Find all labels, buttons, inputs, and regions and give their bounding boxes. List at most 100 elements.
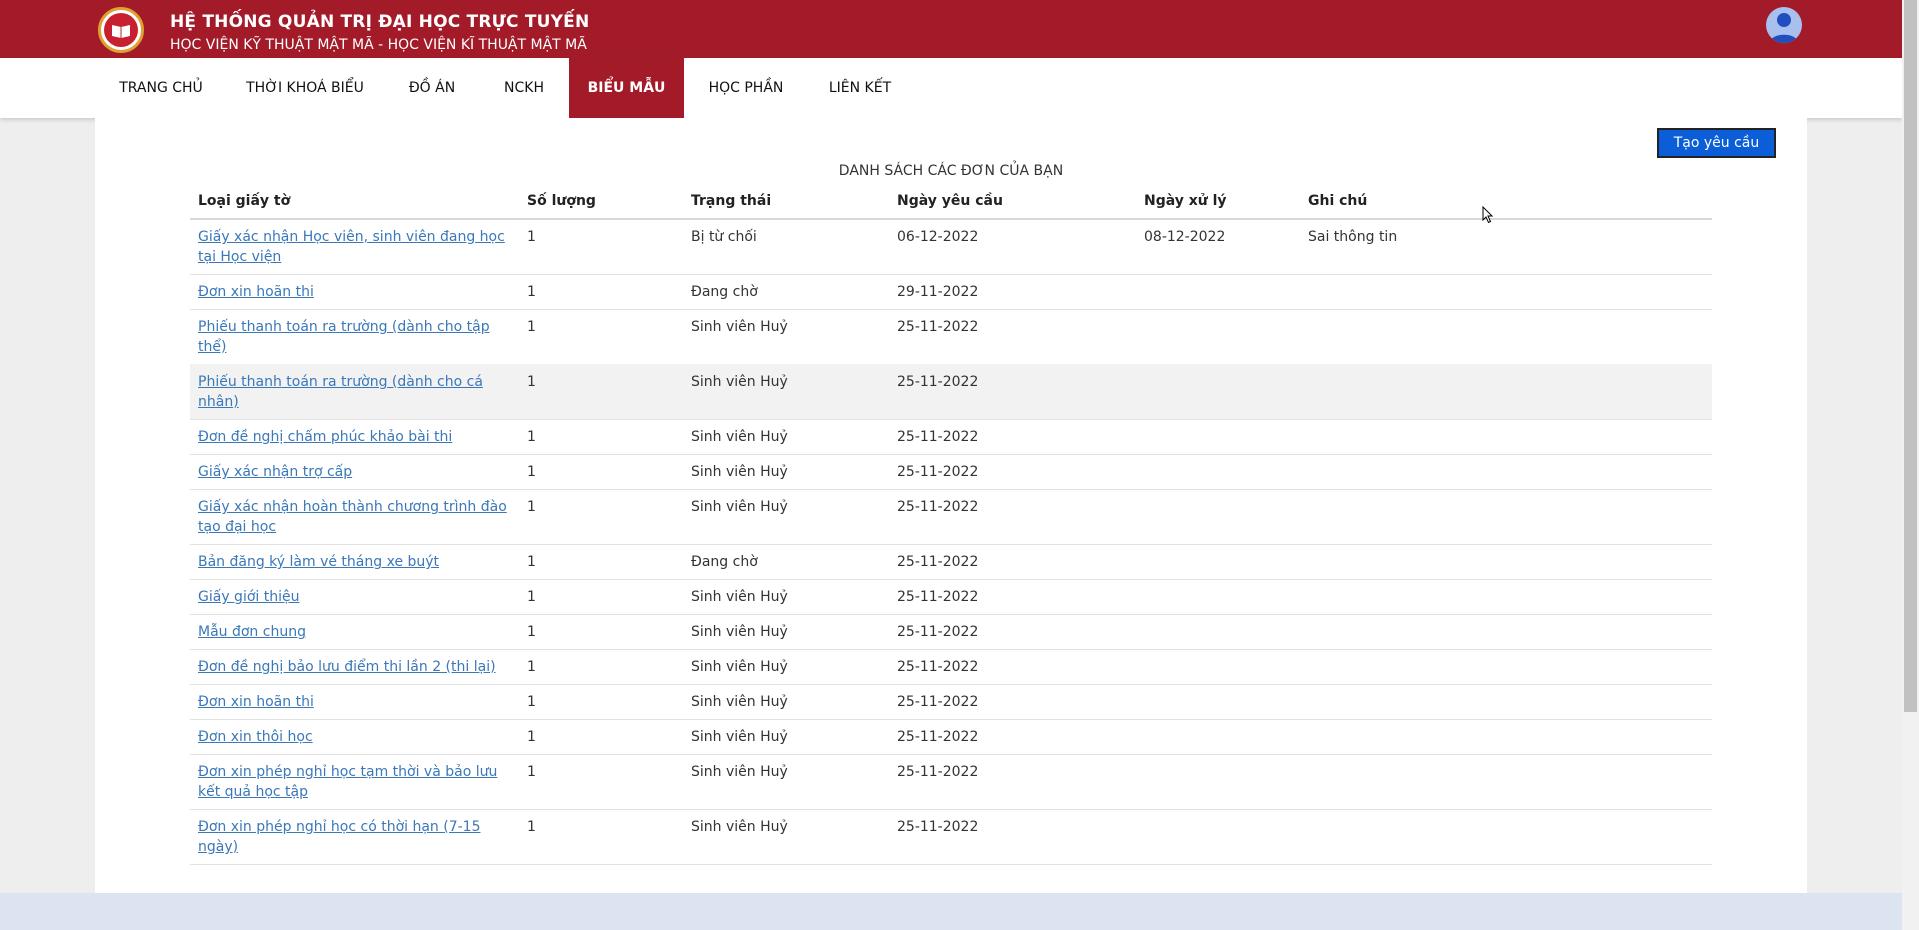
footer-band <box>0 893 1902 930</box>
table-row: Giấy xác nhận hoàn thành chương trình đà… <box>190 489 1712 545</box>
request-type-link[interactable]: Đơn đề nghị chấm phúc khảo bài thi <box>198 429 452 445</box>
request-type-cell: Đơn xin thôi học <box>198 727 513 747</box>
request-date-cell: 25-11-2022 <box>897 429 979 445</box>
request-type-link[interactable]: Giấy giới thiệu <box>198 589 299 605</box>
table-row: Mẫu đơn chung 1 Sinh viên Huỷ 25-11-2022 <box>190 614 1712 650</box>
academy-logo[interactable] <box>98 7 144 53</box>
request-date-cell: 25-11-2022 <box>897 729 979 745</box>
quantity-cell: 1 <box>527 284 536 300</box>
request-date-cell: 25-11-2022 <box>897 554 979 570</box>
request-type-cell: Đơn xin phép nghỉ học tạm thời và bảo lư… <box>198 762 513 802</box>
table-row: Đơn xin phép nghỉ học tạm thời và bảo lư… <box>190 754 1712 810</box>
processed-date-cell: 08-12-2022 <box>1144 229 1226 245</box>
user-avatar-icon[interactable] <box>1766 7 1802 43</box>
request-type-cell: Đơn xin hoãn thi <box>198 282 513 302</box>
quantity-cell: 1 <box>527 319 536 335</box>
main-navigation: TRANG CHỦ THỜI KHOÁ BIỂU ĐỒ ÁN NCKH BIỂU… <box>0 58 1902 118</box>
status-cell: Sinh viên Huỷ <box>691 659 788 675</box>
quantity-cell: 1 <box>527 659 536 675</box>
request-type-link[interactable]: Bản đăng ký làm vé tháng xe buýt <box>198 554 439 570</box>
status-cell: Sinh viên Huỷ <box>691 624 788 640</box>
request-type-link[interactable]: Đơn xin phép nghỉ học có thời hạn (7-15 … <box>198 819 481 855</box>
request-type-link[interactable]: Đơn xin phép nghỉ học tạm thời và bảo lư… <box>198 764 497 800</box>
scrollbar-thumb[interactable] <box>1904 0 1917 712</box>
request-date-cell: 25-11-2022 <box>897 374 979 390</box>
column-header-note: Ghi chú <box>1308 193 1368 209</box>
request-date-cell: 25-11-2022 <box>897 659 979 675</box>
nav-item-projects[interactable]: ĐỒ ÁN <box>394 58 470 118</box>
table-row: Giấy xác nhận trợ cấp 1 Sinh viên Huỷ 25-11… <box>190 454 1712 490</box>
request-type-link[interactable]: Đơn xin thôi học <box>198 729 313 745</box>
request-date-cell: 29-11-2022 <box>897 284 979 300</box>
quantity-cell: 1 <box>527 499 536 515</box>
table-row: Phiếu thanh toán ra trường (dành cho cá … <box>190 364 1712 420</box>
nav-item-timetable[interactable]: THỜI KHOÁ BIỂU <box>234 58 376 118</box>
column-header-processed-date: Ngày xử lý <box>1144 193 1227 209</box>
nav-item-links[interactable]: LIÊN KẾT <box>815 58 905 118</box>
mouse-cursor-icon <box>1482 206 1494 224</box>
status-cell: Đang chờ <box>691 554 758 570</box>
status-cell: Sinh viên Huỷ <box>691 464 788 480</box>
table-row: Đơn đề nghị chấm phúc khảo bài thi 1 Sinh … <box>190 419 1712 455</box>
site-title: HỆ THỐNG QUẢN TRỊ ĐẠI HỌC TRỰC TUYẾN <box>170 12 590 32</box>
quantity-cell: 1 <box>527 729 536 745</box>
table-row: Bản đăng ký làm vé tháng xe buýt 1 Đang ch… <box>190 544 1712 580</box>
status-cell: Sinh viên Huỷ <box>691 694 788 710</box>
request-date-cell: 25-11-2022 <box>897 464 979 480</box>
request-type-cell: Đơn đề nghị bảo lưu điểm thi lần 2 (thi … <box>198 657 513 677</box>
create-request-button[interactable]: Tạo yêu cầu <box>1657 128 1776 158</box>
column-header-status: Trạng thái <box>691 193 772 209</box>
table-row: Đơn xin thôi học 1 Sinh viên Huỷ 25-11-2022 <box>190 719 1712 755</box>
status-cell: Sinh viên Huỷ <box>691 819 788 835</box>
request-type-link[interactable]: Mẫu đơn chung <box>198 624 306 640</box>
table-row: Phiếu thanh toán ra trường (dành cho tập… <box>190 309 1712 365</box>
request-type-cell: Đơn xin phép nghỉ học có thời hạn (7-15 … <box>198 817 513 857</box>
status-cell: Sinh viên Huỷ <box>691 319 788 335</box>
quantity-cell: 1 <box>527 554 536 570</box>
column-header-request-date: Ngày yêu cầu <box>897 193 1003 209</box>
status-cell: Sinh viên Huỷ <box>691 499 788 515</box>
status-cell: Sinh viên Huỷ <box>691 589 788 605</box>
request-type-cell: Mẫu đơn chung <box>198 622 513 642</box>
request-date-cell: 25-11-2022 <box>897 694 979 710</box>
column-header-type: Loại giấy tờ <box>198 193 291 209</box>
request-type-link[interactable]: Phiếu thanh toán ra trường (dành cho tập… <box>198 319 490 355</box>
request-date-cell: 25-11-2022 <box>897 589 979 605</box>
status-cell: Sinh viên Huỷ <box>691 429 788 445</box>
list-title: DANH SÁCH CÁC ĐƠN CỦA BẠN <box>838 163 1064 179</box>
status-cell: Bị từ chối <box>691 229 757 245</box>
request-type-cell: Bản đăng ký làm vé tháng xe buýt <box>198 552 513 572</box>
quantity-cell: 1 <box>527 819 536 835</box>
request-type-link[interactable]: Đơn xin hoãn thi <box>198 694 314 710</box>
column-header-quantity: Số lượng <box>527 193 596 209</box>
request-type-cell: Phiếu thanh toán ra trường (dành cho cá … <box>198 372 513 412</box>
quantity-cell: 1 <box>527 229 536 245</box>
request-type-cell: Đơn xin hoãn thi <box>198 692 513 712</box>
table-row: Giấy giới thiệu 1 Sinh viên Huỷ 25-11-2022 <box>190 579 1712 615</box>
request-type-link[interactable]: Phiếu thanh toán ra trường (dành cho cá … <box>198 374 483 410</box>
table-row: Đơn xin phép nghỉ học có thời hạn (7-15 … <box>190 809 1712 865</box>
request-date-cell: 25-11-2022 <box>897 499 979 515</box>
nav-item-home[interactable]: TRANG CHỦ <box>105 58 217 118</box>
status-cell: Sinh viên Huỷ <box>691 374 788 390</box>
quantity-cell: 1 <box>527 624 536 640</box>
request-type-link[interactable]: Giấy xác nhận trợ cấp <box>198 464 352 480</box>
book-icon <box>112 25 130 38</box>
status-cell: Đang chờ <box>691 284 758 300</box>
request-type-link[interactable]: Đơn đề nghị bảo lưu điểm thi lần 2 (thi … <box>198 659 496 675</box>
request-type-cell: Giấy xác nhận Học viên, sinh viên đang h… <box>198 227 513 267</box>
nav-item-forms[interactable]: BIỂU MẪU <box>569 58 684 118</box>
nav-item-courses[interactable]: HỌC PHẦN <box>694 58 798 118</box>
request-type-cell: Phiếu thanh toán ra trường (dành cho tập… <box>198 317 513 357</box>
request-type-cell: Giấy xác nhận hoàn thành chương trình đà… <box>198 497 513 537</box>
request-type-link[interactable]: Giấy xác nhận Học viên, sinh viên đang h… <box>198 229 505 265</box>
nav-item-research[interactable]: NCKH <box>488 58 560 118</box>
request-date-cell: 25-11-2022 <box>897 764 979 780</box>
table-row: Đơn đề nghị bảo lưu điểm thi lần 2 (thi … <box>190 649 1712 685</box>
table-row: Đơn xin hoãn thi 1 Sinh viên Huỷ 25-11-2022 <box>190 684 1712 720</box>
request-type-link[interactable]: Giấy xác nhận hoàn thành chương trình đà… <box>198 499 507 535</box>
note-cell: Sai thông tin <box>1308 229 1398 245</box>
request-type-cell: Đơn đề nghị chấm phúc khảo bài thi <box>198 427 513 447</box>
request-type-link[interactable]: Đơn xin hoãn thi <box>198 284 314 300</box>
quantity-cell: 1 <box>527 764 536 780</box>
